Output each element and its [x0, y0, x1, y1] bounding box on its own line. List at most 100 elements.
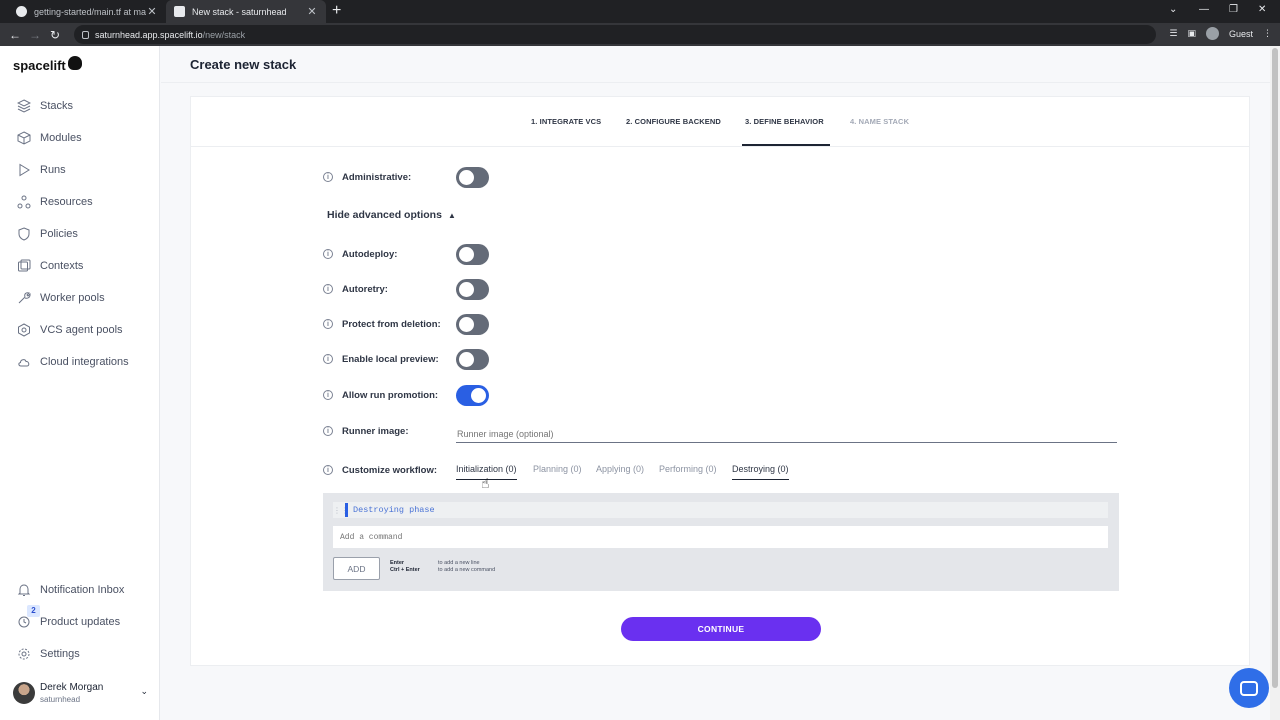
- autoretry-label: Autoretry:: [342, 283, 388, 295]
- administrative-toggle[interactable]: [456, 167, 489, 188]
- step-define-behavior[interactable]: 3. DEFINE BEHAVIOR: [745, 117, 824, 126]
- drag-handle-icon[interactable]: ⋮⋮: [333, 506, 349, 515]
- hexagon-icon: [16, 323, 31, 338]
- info-icon[interactable]: i: [323, 390, 333, 400]
- resources-icon: [16, 195, 31, 210]
- github-icon: [16, 6, 27, 17]
- spacelift-logo[interactable]: spacelift: [13, 55, 82, 73]
- sidebar-item-label: Runs: [40, 164, 66, 176]
- add-command-input[interactable]: [333, 526, 1108, 548]
- shield-icon: [16, 227, 31, 242]
- sidebar-item-resources[interactable]: Resources: [0, 186, 160, 218]
- sidebar-item-vcs-agent-pools[interactable]: VCS agent pools: [0, 314, 160, 346]
- updates-count-badge: 2: [27, 605, 40, 617]
- toggle-knob: [459, 317, 474, 332]
- protect-from-deletion-toggle[interactable]: [456, 314, 489, 335]
- tab-search-icon[interactable]: ⌄: [1169, 4, 1177, 15]
- sidebar-item-runs[interactable]: Runs: [0, 154, 160, 186]
- protect-from-deletion-label: Protect from deletion:: [342, 318, 441, 330]
- cloud-icon: [16, 355, 31, 370]
- toggle-knob: [459, 282, 474, 297]
- allow-run-promotion-row: i Allow run promotion:: [323, 384, 438, 406]
- close-window-icon[interactable]: ✕: [1258, 4, 1266, 15]
- enable-local-preview-row: i Enable local preview:: [323, 348, 439, 370]
- mouse-cursor-icon: ☝: [481, 475, 490, 491]
- tab-planning[interactable]: Planning (0): [533, 464, 582, 479]
- cube-icon: [16, 131, 31, 146]
- info-icon[interactable]: i: [323, 284, 333, 294]
- sidebar-toggle-icon[interactable]: ▣: [1187, 28, 1196, 39]
- runner-image-row: i Runner image:: [323, 420, 409, 442]
- hint-key-ctrl-enter: Ctrl + Enter: [390, 567, 420, 573]
- url-field[interactable]: saturnhead.app.spacelift.io/new/stack: [74, 25, 1156, 44]
- profile-avatar-icon[interactable]: [1205, 27, 1219, 40]
- sidebar-item-stacks[interactable]: Stacks: [0, 90, 160, 122]
- tab-close-icon[interactable]: ✕: [146, 5, 158, 18]
- back-arrow-icon[interactable]: ←: [5, 28, 25, 42]
- step-configure-backend[interactable]: 2. CONFIGURE BACKEND: [626, 117, 721, 126]
- info-icon[interactable]: i: [323, 172, 333, 182]
- protect-from-deletion-row: i Protect from deletion:: [323, 313, 441, 335]
- customize-workflow-row: i Customize workflow:: [323, 459, 437, 481]
- chat-support-button[interactable]: [1229, 668, 1269, 708]
- add-command-button[interactable]: ADD: [333, 557, 380, 580]
- info-icon[interactable]: i: [323, 354, 333, 364]
- sidebar-item-policies[interactable]: Policies: [0, 218, 160, 250]
- sidebar-item-worker-pools[interactable]: Worker pools: [0, 282, 160, 314]
- step-integrate-vcs[interactable]: 1. INTEGRATE VCS: [531, 117, 601, 126]
- reading-list-icon[interactable]: ☰: [1169, 28, 1177, 39]
- sidebar-item-label: Product updates: [40, 616, 121, 628]
- runner-image-input[interactable]: [456, 425, 1117, 443]
- user-name: Derek Morgan: [40, 682, 104, 693]
- enable-local-preview-toggle[interactable]: [456, 349, 489, 370]
- continue-button[interactable]: CONTINUE: [621, 617, 821, 641]
- info-icon[interactable]: i: [323, 249, 333, 259]
- main-content: Create new stack 1. INTEGRATE VCS 2. CON…: [161, 46, 1280, 720]
- profile-label[interactable]: Guest: [1229, 29, 1253, 39]
- sidebar-item-notification-inbox[interactable]: Notification Inbox: [0, 574, 160, 606]
- reload-icon[interactable]: ↻: [45, 28, 65, 42]
- sidebar-item-modules[interactable]: Modules: [0, 122, 160, 154]
- user-account: saturnhead: [40, 695, 81, 704]
- tab-performing[interactable]: Performing (0): [659, 464, 717, 479]
- stepper: 1. INTEGRATE VCS 2. CONFIGURE BACKEND 3.…: [191, 97, 1249, 147]
- minimize-icon[interactable]: —: [1199, 4, 1209, 15]
- sidebar-item-cloud-integrations[interactable]: Cloud integrations: [0, 346, 160, 378]
- step-name-stack: 4. NAME STACK: [850, 117, 910, 126]
- autodeploy-toggle[interactable]: [456, 244, 489, 265]
- url-host: saturnhead.app.spacelift.io: [95, 29, 203, 40]
- chevron-up-icon: ▲: [447, 210, 456, 220]
- browser-menu-icon[interactable]: ⋮: [1263, 28, 1272, 39]
- sidebar-item-label: Settings: [40, 648, 80, 660]
- new-tab-button[interactable]: +: [332, 3, 341, 19]
- sidebar-item-settings[interactable]: Settings: [0, 638, 160, 670]
- browser-tab-spacelift[interactable]: New stack - saturnhead ✕: [166, 0, 326, 23]
- restore-icon[interactable]: ❐: [1229, 4, 1238, 15]
- info-icon[interactable]: i: [323, 426, 333, 436]
- info-icon[interactable]: i: [323, 319, 333, 329]
- chevron-down-icon[interactable]: ⌄: [140, 686, 148, 697]
- autoretry-toggle[interactable]: [456, 279, 489, 300]
- sidebar-item-product-updates[interactable]: Product updates: [0, 606, 160, 638]
- scrollbar-thumb[interactable]: [1272, 48, 1278, 688]
- astronaut-logo-icon: [67, 55, 82, 70]
- sidebar-item-label: VCS agent pools: [40, 324, 123, 336]
- toggle-knob: [459, 352, 474, 367]
- hint-text-new-command: to add a new command: [438, 567, 496, 573]
- info-icon[interactable]: i: [323, 465, 333, 475]
- forward-arrow-icon[interactable]: →: [25, 28, 45, 42]
- keyboard-hint-text: to add a new line to add a new command: [438, 560, 495, 574]
- toggle-knob: [459, 247, 474, 262]
- sidebar-item-label: Stacks: [40, 100, 74, 112]
- layers-icon: [16, 99, 31, 114]
- tab-applying[interactable]: Applying (0): [596, 464, 644, 479]
- hide-advanced-options-button[interactable]: Hide advanced options ▲: [327, 209, 456, 221]
- toggle-knob: [459, 170, 474, 185]
- user-menu[interactable]: Derek Morgan saturnhead ⌄: [13, 678, 153, 708]
- allow-run-promotion-toggle[interactable]: [456, 385, 489, 406]
- tab-destroying[interactable]: Destroying (0): [732, 464, 789, 480]
- sidebar-item-contexts[interactable]: Contexts: [0, 250, 160, 282]
- browser-tab-github[interactable]: getting-started/main.tf at main · ✕: [8, 0, 166, 23]
- hint-text-new-line: to add a new line: [438, 560, 480, 566]
- tab-close-icon[interactable]: ✕: [306, 5, 318, 18]
